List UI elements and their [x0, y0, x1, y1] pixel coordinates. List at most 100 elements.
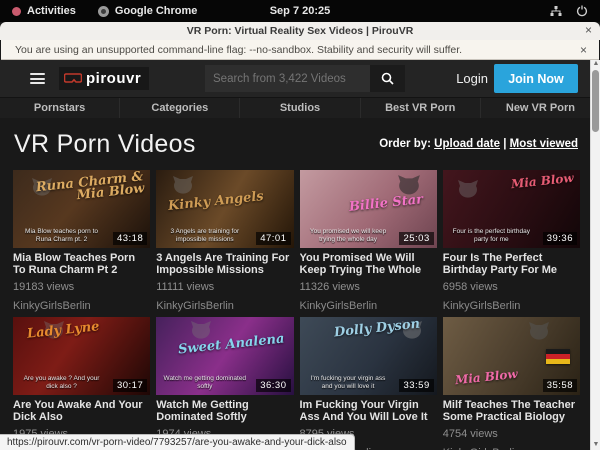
video-card[interactable]: Mia Blow Four is the perfect birthday pa… [443, 170, 580, 312]
video-card[interactable]: Sweet Analena Watch me getting dominated… [156, 317, 293, 450]
thumb-caption: Four is the perfect birthday party for m… [449, 228, 534, 244]
nav-item-best-vr-porn[interactable]: Best VR Porn [361, 98, 481, 118]
site-header: pirouvr Login Join Now [0, 60, 600, 97]
thumb-caption: You promised we will keep trying the who… [306, 228, 391, 244]
page-viewport: pirouvr Login Join Now Pornstars Categor… [0, 60, 600, 450]
studio-link[interactable]: KinkyGirlsBerlin [443, 300, 580, 312]
scrollbar-thumb[interactable] [592, 70, 599, 132]
video-card[interactable]: Mia Blow 35:58 Milf Teaches The Teacher … [443, 317, 580, 450]
system-top-bar: Activities Google Chrome Sep 7 20:25 [0, 0, 600, 22]
video-card[interactable]: Dolly Dyson I'm fucking your virgin ass … [300, 317, 437, 450]
nav-item-categories[interactable]: Categories [120, 98, 240, 118]
order-link-most-viewed[interactable]: Most viewed [510, 138, 578, 150]
studio-link[interactable]: KinkyGirlsBerlin [300, 300, 437, 312]
scroll-up-icon[interactable]: ▲ [592, 60, 600, 68]
page-title: VR Porn Videos [14, 130, 196, 159]
tab-close-icon[interactable]: × [585, 23, 592, 37]
search-button[interactable] [370, 65, 405, 92]
order-by: Order by: Upload date | Most viewed [379, 138, 578, 150]
studio-watermark-icon [457, 180, 479, 200]
order-separator: | [503, 138, 506, 150]
scroll-down-icon[interactable]: ▼ [592, 441, 600, 449]
video-thumbnail[interactable]: Mia Blow Four is the perfect birthday pa… [443, 170, 580, 248]
desktop-screen: Activities Google Chrome Sep 7 20:25 VR … [0, 0, 600, 450]
thumb-overlay-title: Mia Blow [454, 368, 518, 386]
german-flag [546, 349, 570, 364]
thumb-overlay-title: Billie Star [348, 194, 423, 214]
duration-badge: 30:17 [113, 379, 147, 392]
warning-close-icon[interactable]: × [580, 43, 599, 57]
duration-badge: 36:30 [256, 379, 290, 392]
video-thumbnail[interactable]: Lady Lyne Are you awake ? And your dick … [13, 317, 150, 395]
chrome-icon [98, 6, 109, 17]
network-icon[interactable] [550, 5, 562, 17]
video-title[interactable]: Im Fucking Your Virgin Ass And You Will … [300, 399, 437, 423]
video-card[interactable]: Runa Charm & Mia Blow Mia Blow teaches p… [13, 170, 150, 312]
join-now-button[interactable]: Join Now [494, 64, 578, 93]
thumb-caption: Watch me getting dominated softly [162, 375, 247, 391]
view-count: 19183 views [13, 281, 150, 293]
search-icon [381, 72, 394, 85]
video-thumbnail[interactable]: Dolly Dyson I'm fucking your virgin ass … [300, 317, 437, 395]
video-title[interactable]: You Promised We Will Keep Trying The Who… [300, 252, 437, 276]
order-by-label: Order by: [379, 138, 431, 150]
video-card[interactable]: Lady Lyne Are you awake ? And your dick … [13, 317, 150, 450]
order-link-upload-date[interactable]: Upload date [434, 138, 500, 150]
view-count: 11111 views [156, 281, 293, 293]
tab-title: VR Porn: Virtual Reality Sex Videos | Pi… [0, 25, 600, 37]
video-title[interactable]: Are You Awake And Your Dick Also [13, 399, 150, 423]
nav-item-pornstars[interactable]: Pornstars [0, 98, 120, 118]
login-link[interactable]: Login [456, 71, 488, 86]
browser-app-menu[interactable]: Google Chrome [115, 5, 198, 17]
thumb-overlay-title: Runa Charm & Mia Blow [13, 171, 145, 209]
search-input[interactable] [205, 65, 370, 92]
video-card[interactable]: Billie Star You promised we will keep tr… [300, 170, 437, 312]
view-count: 4754 views [443, 428, 580, 440]
duration-badge: 43:18 [113, 232, 147, 245]
vr-goggles-icon [64, 73, 82, 85]
duration-badge: 39:36 [543, 232, 577, 245]
video-card[interactable]: Kinky Angels 3 Angels are training for i… [156, 170, 293, 312]
scrollbar[interactable]: ▲ ▼ [590, 60, 600, 450]
page-head: VR Porn Videos Order by: Upload date | M… [0, 118, 600, 170]
activities-button[interactable]: Activities [27, 5, 76, 17]
site-logo[interactable]: pirouvr [59, 67, 149, 90]
status-bar-url: https://pirouvr.com/vr-porn-video/779325… [0, 434, 355, 450]
nav-item-new-vr-porn[interactable]: New VR Porn [481, 98, 600, 118]
video-title[interactable]: Mia Blow Teaches Porn To Runa Charm Pt 2 [13, 252, 150, 276]
thumb-overlay-title: Mia Blow [511, 173, 575, 191]
video-thumbnail[interactable]: Sweet Analena Watch me getting dominated… [156, 317, 293, 395]
video-thumbnail[interactable]: Mia Blow 35:58 [443, 317, 580, 395]
thumb-caption: Are you awake ? And your dick also ? [19, 375, 104, 391]
studio-link[interactable]: KinkyGirlsBerlin [156, 300, 293, 312]
warning-message: You are using an unsupported command-lin… [1, 44, 580, 56]
studio-watermark-icon [528, 322, 550, 342]
video-title[interactable]: 3 Angels Are Training For Impossible Mis… [156, 252, 293, 276]
logo-text: pirouvr [86, 70, 141, 87]
duration-badge: 25:03 [399, 232, 433, 245]
duration-badge: 47:01 [256, 232, 290, 245]
video-thumbnail[interactable]: Runa Charm & Mia Blow Mia Blow teaches p… [13, 170, 150, 248]
browser-title-bar: VR Porn: Virtual Reality Sex Videos | Pi… [0, 22, 600, 40]
video-title[interactable]: Watch Me Getting Dominated Softly [156, 399, 293, 423]
video-thumbnail[interactable]: Kinky Angels 3 Angels are training for i… [156, 170, 293, 248]
thumb-caption: 3 Angels are training for impossible mis… [162, 228, 247, 244]
duration-badge: 33:59 [399, 379, 433, 392]
studio-link[interactable]: KinkyGirlsBerlin [13, 300, 150, 312]
video-grid: Runa Charm & Mia Blow Mia Blow teaches p… [0, 170, 600, 450]
thumb-caption: I'm fucking your virgin ass and you will… [306, 375, 391, 391]
nav-item-studios[interactable]: Studios [240, 98, 360, 118]
notification-dot-icon [12, 7, 21, 16]
duration-badge: 35:58 [543, 379, 577, 392]
video-title[interactable]: Four Is The Perfect Birthday Party For M… [443, 252, 580, 276]
view-count: 6958 views [443, 281, 580, 293]
studio-watermark-icon [172, 176, 194, 196]
thumb-caption: Mia Blow teaches porn to Runa Charm pt. … [19, 228, 104, 244]
hamburger-menu-icon[interactable] [30, 73, 45, 84]
warning-bar: You are using an unsupported command-lin… [1, 40, 599, 60]
video-thumbnail[interactable]: Billie Star You promised we will keep tr… [300, 170, 437, 248]
view-count: 11326 views [300, 281, 437, 293]
video-title[interactable]: Milf Teaches The Teacher Some Practical … [443, 399, 580, 423]
power-icon[interactable] [576, 5, 588, 17]
studio-watermark-icon [190, 321, 212, 341]
